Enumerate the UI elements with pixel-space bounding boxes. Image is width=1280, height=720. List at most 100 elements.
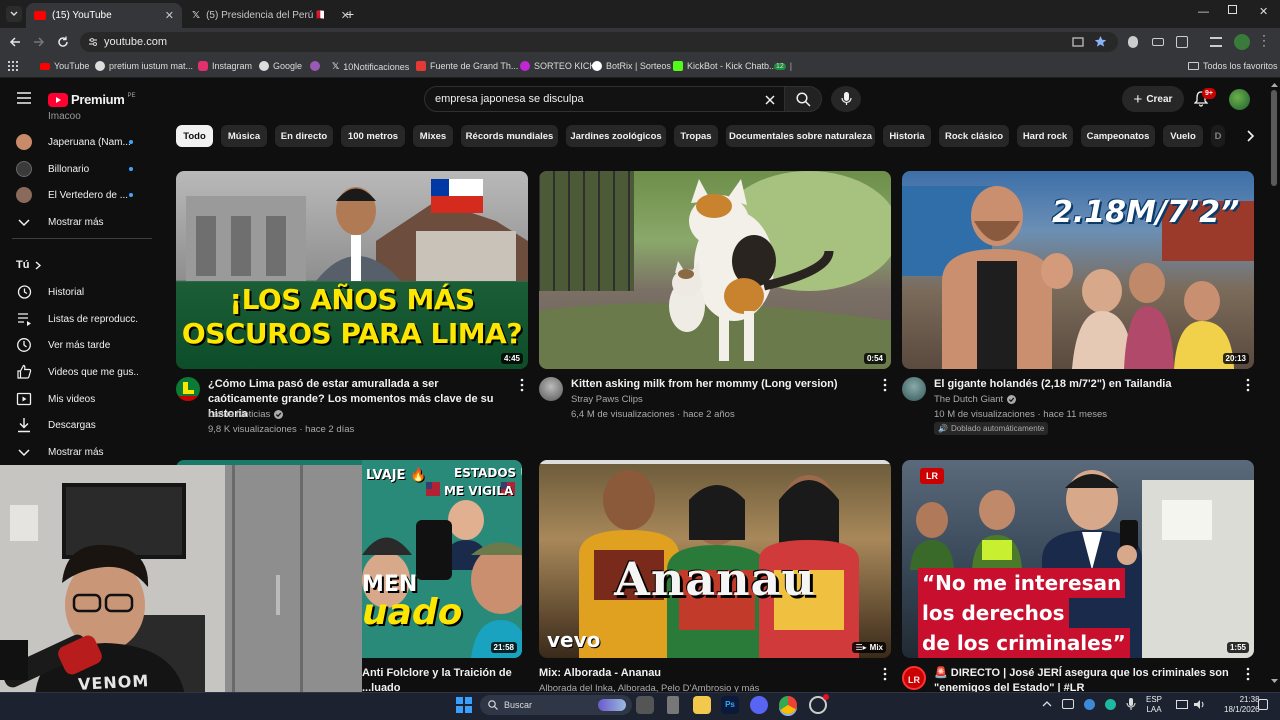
bookmark-sorteo-kick[interactable]: SORTEO KICK	[520, 61, 595, 71]
sidebar-item-playlists[interactable]: Listas de reproducc...	[0, 306, 150, 332]
chip-hard-rock[interactable]: Hard rock	[1017, 125, 1073, 147]
account-avatar[interactable]	[1229, 89, 1250, 110]
sidebar-item-liked[interactable]: Videos que me gus...	[0, 359, 150, 385]
device-icon[interactable]	[667, 696, 679, 714]
apps-grid-icon[interactable]	[8, 61, 18, 71]
clear-search-icon[interactable]	[765, 95, 775, 105]
sidebar-item-watch-later[interactable]: Ver más tarde	[0, 332, 150, 358]
bookmark-star-icon[interactable]	[1094, 35, 1107, 48]
reading-list-icon[interactable]	[1210, 37, 1222, 47]
language-indicator[interactable]: ESP LAA	[1146, 695, 1162, 715]
video-title[interactable]: El gigante holandés (2,18 m/7'2") en Tai…	[934, 377, 1234, 392]
bookmark-12[interactable]: 12 |	[774, 61, 792, 71]
search-input[interactable]: empresa japonesa se disculpa	[424, 86, 786, 112]
video-thumbnail[interactable]: ¡LOS AÑOS MÁS OSCUROS PARA LIMA? 4:45	[176, 171, 528, 369]
more-options-icon[interactable]	[1246, 378, 1250, 392]
tray-app-icon[interactable]	[1105, 699, 1116, 710]
chip-100-metros[interactable]: 100 metros	[341, 125, 405, 147]
bookmark-pretium[interactable]: pretium iustum mat...	[95, 61, 193, 71]
channel-avatar[interactable]	[539, 377, 563, 401]
more-options-icon[interactable]	[520, 378, 524, 392]
forward-arrow-icon[interactable]	[32, 35, 46, 49]
close-window-icon[interactable]: ✕	[1259, 5, 1268, 18]
video-title[interactable]: Kitten asking milk from her mommy (Long …	[571, 377, 871, 392]
bookmark-all-favorites[interactable]: Todos los favoritos	[1188, 61, 1278, 71]
microphone-icon[interactable]	[1126, 698, 1136, 711]
video-thumbnail[interactable]: 0:54	[539, 171, 891, 369]
chip-tropas[interactable]: Tropas	[674, 125, 718, 147]
sidebar-item-history[interactable]: Historial	[0, 279, 150, 305]
taskbar-search[interactable]: Buscar	[480, 695, 632, 715]
search-button[interactable]	[784, 86, 822, 112]
sidebar-item-downloads[interactable]: Descargas	[0, 412, 150, 438]
new-tab-button[interactable]: +	[346, 6, 354, 22]
windows-start-icon[interactable]	[456, 697, 472, 713]
file-explorer-icon[interactable]	[693, 696, 711, 714]
maximize-window-icon[interactable]	[1228, 5, 1237, 14]
sidebar-item-my-videos[interactable]: Mis videos	[0, 386, 150, 412]
extensions-puzzle-icon[interactable]	[1176, 36, 1188, 48]
sidebar-show-more-you[interactable]: Mostrar más	[0, 439, 150, 465]
channel-name[interactable]: Stray Paws Clips	[571, 392, 643, 407]
tray-app-icon[interactable]	[1062, 699, 1074, 709]
profile-avatar[interactable]	[1234, 34, 1250, 50]
back-arrow-icon[interactable]	[8, 35, 22, 49]
bookmark-10notificaciones[interactable]: 𝕏 10Notificaciones	[332, 61, 409, 72]
chrome-icon[interactable]	[779, 696, 797, 714]
video-title[interactable]: 🚨 DIRECTO | José JERÍ asegura que los cr…	[934, 666, 1234, 681]
bookmark-fuente-gta[interactable]: Fuente de Grand Th...	[416, 61, 518, 71]
video-thumbnail[interactable]: 2.18M/7’2” 20:13	[902, 171, 1254, 369]
bookmark-botrix[interactable]: BotRix | Sorteos	[592, 61, 671, 71]
scroll-up-icon[interactable]	[1271, 82, 1278, 88]
youtube-logo[interactable]: Premium PE	[48, 92, 136, 107]
page-scrollbar[interactable]	[1271, 90, 1277, 186]
video-thumbnail[interactable]: LR “No me interesan los derechos de los …	[902, 460, 1254, 658]
video-title[interactable]: Mix: Alborada - Ananau	[539, 666, 869, 681]
chevron-up-icon[interactable]	[1042, 700, 1052, 708]
voice-search-button[interactable]	[831, 86, 861, 112]
sidebar-item-cut[interactable]: Imacoo	[0, 106, 150, 126]
discord-icon[interactable]	[750, 696, 768, 714]
chip-rock-clasico[interactable]: Rock clásico	[939, 125, 1009, 147]
chip-mixes[interactable]: Mixes	[413, 125, 453, 147]
site-settings-icon[interactable]	[87, 36, 99, 48]
channel-name-row[interactable]: The Dutch Giant	[934, 392, 1017, 407]
close-tab-icon[interactable]: ✕	[165, 9, 174, 22]
tray-app-icon[interactable]	[1084, 699, 1095, 710]
network-icon[interactable]	[1176, 700, 1188, 709]
chip-musica[interactable]: Música	[221, 125, 267, 147]
sidebar-subscription-vertedero[interactable]: El Vertedero de ...	[0, 182, 150, 208]
more-options-icon[interactable]	[1246, 667, 1250, 681]
clock[interactable]: 21:38 18/1/2026	[1224, 695, 1260, 715]
channel-avatar[interactable]: LR	[902, 666, 926, 690]
sidebar-you-header[interactable]: Tú	[0, 252, 150, 278]
sidebar-subscription-billonario[interactable]: Billonario	[0, 156, 150, 182]
channel-avatar[interactable]	[902, 377, 926, 401]
cast-icon[interactable]	[1072, 36, 1084, 48]
hamburger-menu-icon[interactable]	[17, 92, 31, 104]
browser-menu-icon[interactable]: · · ·	[1262, 29, 1266, 51]
channel-avatar[interactable]	[176, 377, 200, 401]
volume-icon[interactable]	[1193, 699, 1205, 710]
more-options-icon[interactable]	[883, 378, 887, 392]
reload-icon[interactable]	[56, 35, 70, 49]
photoshop-icon[interactable]: Ps	[721, 696, 739, 714]
task-view-icon[interactable]	[636, 696, 654, 714]
bookmark-youtube[interactable]: YouTube	[40, 61, 89, 71]
chevron-right-icon[interactable]	[1245, 130, 1255, 142]
chip-cut[interactable]: D	[1211, 125, 1225, 147]
pinwheel-icon[interactable]	[310, 61, 320, 71]
chip-campeonatos[interactable]: Campeonatos	[1081, 125, 1155, 147]
video-title[interactable]: Anti Folclore y la Traición de	[362, 666, 522, 681]
chip-jardines[interactable]: Jardines zoológicos	[566, 125, 666, 147]
minimize-window-icon[interactable]: —	[1198, 6, 1209, 18]
create-button[interactable]: + Crear	[1122, 86, 1184, 112]
tab-youtube[interactable]: (15) YouTube ✕	[26, 3, 182, 28]
sidebar-show-more-subscriptions[interactable]: Mostrar más	[0, 209, 150, 235]
more-options-icon[interactable]	[883, 667, 887, 681]
scroll-down-icon[interactable]	[1271, 678, 1278, 684]
extension-icon[interactable]	[1128, 36, 1138, 48]
chip-vuelo[interactable]: Vuelo	[1163, 125, 1203, 147]
chip-documentales[interactable]: Documentales sobre naturaleza	[726, 125, 875, 147]
channel-name-row[interactable]: Latina Noticias	[208, 407, 284, 422]
